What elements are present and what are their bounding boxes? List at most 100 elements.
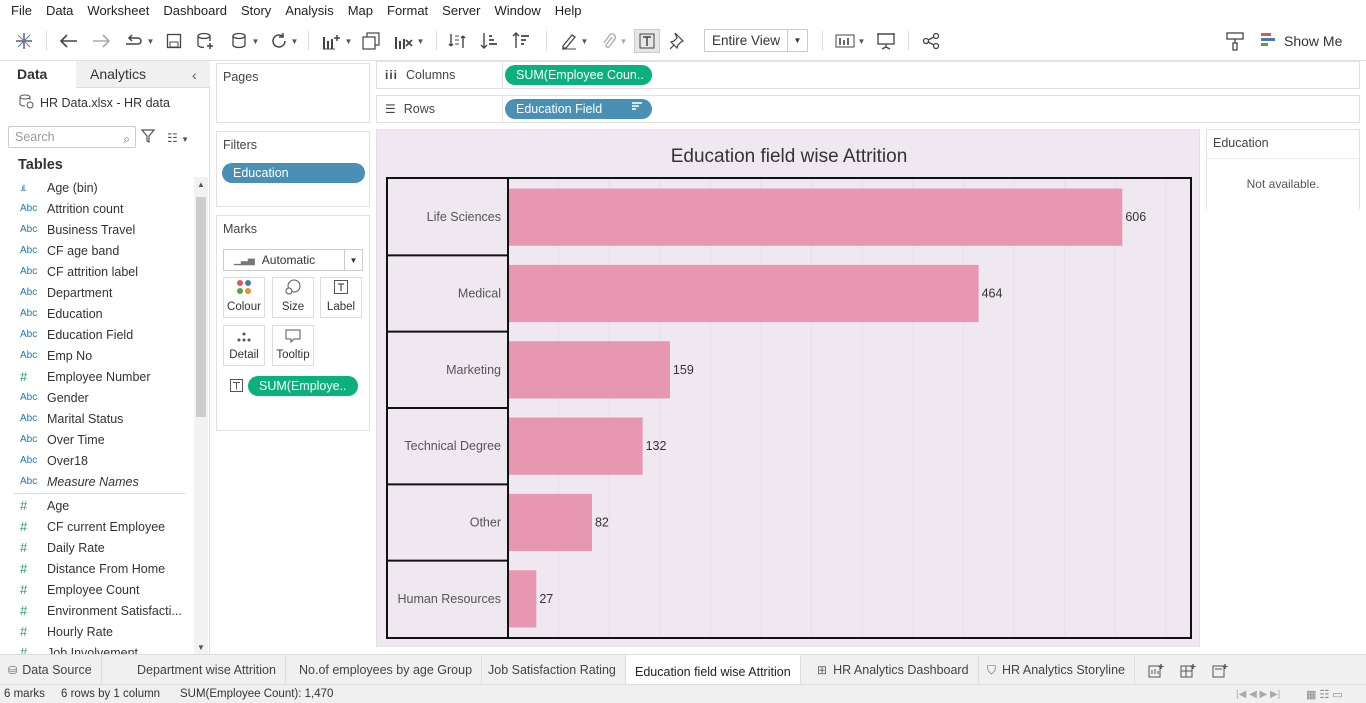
group-members-icon[interactable]: ▼ — [596, 29, 632, 53]
field-item[interactable]: Abc CF age band — [0, 240, 193, 261]
field-item[interactable]: # Job Involvement — [0, 642, 193, 654]
detail-button[interactable]: Detail — [223, 325, 265, 366]
row-header-label[interactable]: Other — [470, 516, 501, 530]
menu-file[interactable]: File — [4, 0, 39, 21]
field-item[interactable]: # Environment Satisfacti... — [0, 600, 193, 621]
rows-shelf[interactable]: ☰ Rows Education Field — [376, 95, 1360, 123]
sheet-nav-icons[interactable]: |◀ ◀ ▶ ▶| — [1236, 689, 1280, 700]
field-item[interactable]: # Employee Count — [0, 579, 193, 600]
tab-data[interactable]: Data — [0, 61, 76, 88]
colour-button[interactable]: Colour — [223, 277, 265, 318]
bar-chart[interactable]: Life Sciences 606 Medical 464 Marketing 159 Te… — [388, 179, 1190, 637]
tooltip-button[interactable]: Tooltip — [272, 325, 314, 366]
bar[interactable] — [509, 493, 592, 552]
menu-story[interactable]: Story — [234, 0, 278, 21]
row-header-label[interactable]: Medical — [458, 287, 501, 301]
format-painter-icon[interactable] — [1222, 29, 1248, 53]
share-icon[interactable] — [920, 29, 942, 53]
highlight-icon[interactable]: ▼ — [556, 29, 592, 53]
row-header-label[interactable]: Marketing — [446, 363, 501, 377]
show-cards-icon[interactable]: ▼ — [832, 29, 868, 53]
sheet-tab[interactable]: ⛉ HR Analytics Storyline — [978, 655, 1135, 685]
bar[interactable] — [509, 417, 643, 475]
collapse-pane-icon[interactable]: ‹ — [192, 67, 197, 83]
tab-data-source[interactable]: ⛁ Data Source — [0, 655, 102, 685]
clear-sheet-icon[interactable]: ▼ — [390, 29, 428, 53]
scroll-down-icon[interactable]: ▼ — [197, 643, 205, 652]
size-button[interactable]: Size — [272, 277, 314, 318]
filter-pill-education[interactable]: Education — [222, 163, 365, 183]
duplicate-sheet-icon[interactable] — [360, 29, 382, 53]
menu-dashboard[interactable]: Dashboard — [156, 0, 234, 21]
bar[interactable] — [509, 570, 537, 628]
datasource-item[interactable]: HR Data.xlsx - HR data — [18, 93, 170, 112]
label-button[interactable]: Label — [320, 277, 362, 318]
fit-view-select[interactable]: Entire View ▼ — [704, 29, 808, 52]
search-input[interactable]: Search ⌕ — [8, 126, 136, 148]
field-item[interactable]: Abc Measure Names — [0, 471, 193, 492]
new-datasource-icon[interactable] — [194, 29, 216, 53]
menu-help[interactable]: Help — [548, 0, 589, 21]
menu-server[interactable]: Server — [435, 0, 487, 21]
new-story-tab-icon[interactable] — [1204, 655, 1234, 685]
field-item[interactable]: Abc Emp No — [0, 345, 193, 366]
sheet-tab[interactable]: No.of employees by age Group — [290, 655, 483, 685]
field-item[interactable]: # Hourly Rate — [0, 621, 193, 642]
field-item[interactable]: Abc Attrition count — [0, 198, 193, 219]
field-item[interactable]: # Distance From Home — [0, 558, 193, 579]
columns-pill[interactable]: SUM(Employee Coun.. — [505, 65, 652, 85]
menu-worksheet[interactable]: Worksheet — [80, 0, 156, 21]
scrollbar-thumb[interactable] — [196, 197, 206, 417]
label-measure-pill[interactable]: SUM(Employe.. — [248, 376, 358, 396]
menu-format[interactable]: Format — [380, 0, 435, 21]
presentation-mode-icon[interactable] — [874, 29, 898, 53]
sheet-tab[interactable]: Department wise Attrition — [128, 655, 286, 685]
swap-rows-columns-icon[interactable] — [446, 29, 468, 53]
list-view-icon[interactable]: ☷ ▼ — [167, 131, 189, 145]
scroll-up-icon[interactable]: ▲ — [197, 180, 205, 189]
field-item[interactable]: .ıl. Age (bin) — [0, 177, 193, 198]
field-item[interactable]: Abc Education — [0, 303, 193, 324]
new-worksheet-tab-icon[interactable] — [1140, 655, 1170, 685]
bar[interactable] — [509, 341, 670, 399]
bar[interactable] — [509, 188, 1123, 246]
new-dashboard-tab-icon[interactable] — [1172, 655, 1202, 685]
field-item[interactable]: Abc Education Field — [0, 324, 193, 345]
row-header-label[interactable]: Technical Degree — [404, 439, 501, 453]
field-item[interactable]: # Age — [0, 495, 193, 516]
bar[interactable] — [509, 264, 979, 323]
menu-analysis[interactable]: Analysis — [278, 0, 340, 21]
field-item[interactable]: Abc Over Time — [0, 429, 193, 450]
field-item[interactable]: # Employee Number — [0, 366, 193, 387]
view-canvas[interactable]: Education field wise Attrition Life Scie… — [376, 129, 1200, 647]
filters-card[interactable]: Filters Education — [216, 131, 370, 207]
field-item[interactable]: Abc Department — [0, 282, 193, 303]
show-mark-labels-icon[interactable] — [634, 29, 660, 53]
columns-shelf[interactable]: iii Columns SUM(Employee Coun.. — [376, 61, 1360, 89]
filter-icon[interactable] — [140, 129, 156, 146]
sheet-tab[interactable]: Job Satisfaction Rating — [479, 655, 626, 685]
view-mode-icons[interactable]: ▦ ☷ ▭ — [1306, 688, 1343, 701]
mark-type-select[interactable]: ▁▃▅ Automatic ▼ — [223, 249, 363, 271]
fix-axes-pin-icon[interactable] — [666, 29, 688, 53]
menu-data[interactable]: Data — [39, 0, 80, 21]
menu-map[interactable]: Map — [341, 0, 380, 21]
undo-icon[interactable] — [58, 29, 80, 53]
field-item[interactable]: Abc Business Travel — [0, 219, 193, 240]
tab-analytics[interactable]: Analytics — [76, 61, 210, 88]
sort-descending-icon[interactable] — [510, 29, 532, 53]
save-icon[interactable] — [164, 29, 184, 53]
field-item[interactable]: Abc CF attrition label — [0, 261, 193, 282]
menu-window[interactable]: Window — [487, 0, 547, 21]
field-list-scrollbar[interactable]: ▲ ▼ — [194, 177, 208, 654]
row-header-label[interactable]: Life Sciences — [427, 210, 501, 224]
sheet-tab[interactable]: ⊞ HR Analytics Dashboard — [808, 655, 979, 685]
sort-ascending-icon[interactable] — [478, 29, 500, 53]
field-item[interactable]: # CF current Employee — [0, 516, 193, 537]
sheet-tab[interactable]: Education field wise Attrition — [626, 655, 801, 685]
redo-dropdown-icon[interactable]: ▼ — [120, 29, 158, 53]
rows-pill[interactable]: Education Field — [505, 99, 652, 119]
new-worksheet-icon[interactable]: ▼ — [318, 29, 356, 53]
pause-updates-icon[interactable]: ▼ — [226, 29, 264, 53]
tableau-logo-icon[interactable] — [14, 29, 34, 53]
